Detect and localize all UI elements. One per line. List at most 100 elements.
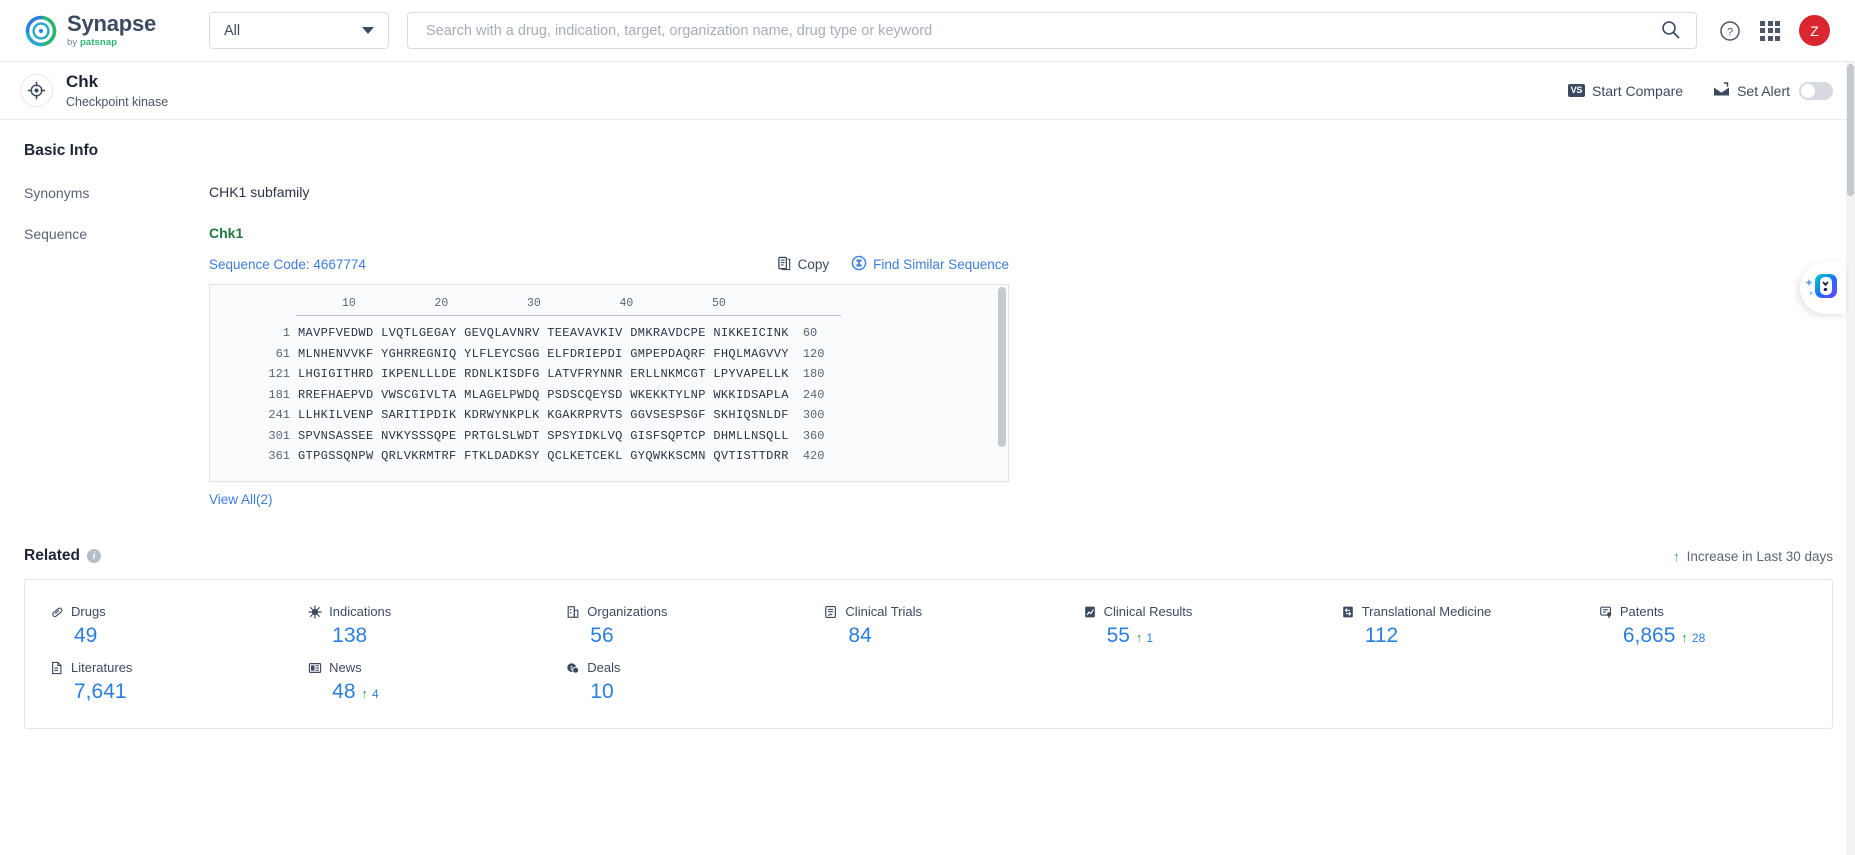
page-scrollbar[interactable] xyxy=(1846,62,1855,855)
logo-byline: by patsnap xyxy=(67,37,118,49)
related-metric-label: Indications xyxy=(329,604,392,619)
set-alert-control[interactable]: Set Alert xyxy=(1713,81,1833,100)
related-metric-organizations[interactable]: Organizations 56 xyxy=(541,596,799,652)
deals-icon: $ xyxy=(566,661,580,675)
synonyms-value: CHK1 subfamily xyxy=(209,184,310,200)
related-metric-value[interactable]: 55 xyxy=(1107,624,1130,648)
info-icon[interactable]: i xyxy=(87,549,101,563)
main-content: Basic Info Synonyms CHK1 subfamily Seque… xyxy=(0,142,1855,729)
global-search-box[interactable] xyxy=(407,12,1697,49)
related-metric-patents[interactable]: Patents 6,865 ↑ 28 xyxy=(1574,596,1832,652)
avatar[interactable]: Z xyxy=(1799,15,1830,46)
sequence-start-index: 361 xyxy=(268,449,290,464)
sequence-residues: RREFHAEPVD VWSCGIVLTA MLAGELPWDQ PSDSCQE… xyxy=(298,387,789,402)
sequence-end-index: 420 xyxy=(802,449,825,464)
top-header-bar: Synapse by patsnap All ? xyxy=(0,0,1855,62)
alert-envelope-icon xyxy=(1713,81,1730,100)
sequence-residues: LLHKILVENP SARITIPDIK KDRWYNKPLK KGAKRPR… xyxy=(298,408,789,423)
set-alert-toggle[interactable] xyxy=(1799,81,1833,100)
related-metric-value-row: 55 ↑ 1 xyxy=(1083,624,1316,648)
app-grid-icon[interactable] xyxy=(1760,20,1780,41)
related-metric-value[interactable]: 84 xyxy=(848,624,871,648)
related-metric-deals[interactable]: $ Deals 10 xyxy=(541,652,799,708)
sequence-residues: LHGIGITHRD IKPENLLLDE RDNLKISDFG LATVFRY… xyxy=(298,367,789,382)
find-similar-sequence-button[interactable]: Find Similar Sequence xyxy=(851,255,1009,274)
search-button[interactable] xyxy=(1659,20,1682,42)
sequence-start-index: 61 xyxy=(275,346,290,361)
sequence-line: 121 LHGIGITHRD IKPENLLLDE RDNLKISDFG LATV… xyxy=(210,364,1008,385)
related-metric-label-row: Organizations xyxy=(566,604,799,619)
ruler-tick: 50 xyxy=(712,297,726,310)
related-metric-clinical-trials[interactable]: Clinical Trials 84 xyxy=(799,596,1057,652)
related-metric-value[interactable]: 48 xyxy=(332,680,355,704)
start-compare-button[interactable]: VS Start Compare xyxy=(1567,83,1683,99)
copy-label: Copy xyxy=(797,257,830,272)
related-metric-label-row: Translational Medicine xyxy=(1341,604,1574,619)
related-metric-value-row: 7,641 xyxy=(50,680,283,704)
related-metric-value[interactable]: 138 xyxy=(332,624,367,648)
sequence-text: 10 20 30 40 50 1 MAVPFVEDWD LVQTLGEGAY GEVQLA… xyxy=(210,297,1008,467)
sequence-line: 61 MLNHENVVKF YGHRREGNIQ YLFLEYCSGG ELFDR… xyxy=(210,344,1008,365)
related-metric-translational-medicine[interactable]: Translational Medicine 112 xyxy=(1316,596,1574,652)
related-metric-clinical-results[interactable]: Clinical Results 55 ↑ 1 xyxy=(1058,596,1316,652)
related-metric-label: Clinical Trials xyxy=(845,604,922,619)
find-similar-label: Find Similar Sequence xyxy=(873,257,1009,272)
building-icon xyxy=(566,605,580,619)
related-metric-value-row: 48 ↑ 4 xyxy=(308,680,541,704)
sequence-label: Sequence xyxy=(24,226,88,242)
synonyms-label: Synonyms xyxy=(24,185,90,201)
related-metric-label-row: Patents xyxy=(1599,604,1832,619)
related-metric-value[interactable]: 56 xyxy=(590,624,613,648)
related-metric-value[interactable]: 6,865 xyxy=(1623,624,1676,648)
sequence-residues: MAVPFVEDWD LVQTLGEGAY GEVQLAVNRV TEEAVAV… xyxy=(298,326,789,341)
sequence-scrollbar[interactable] xyxy=(998,287,1006,479)
related-metric-label-row: Drugs xyxy=(50,604,283,619)
search-scope-select[interactable]: All xyxy=(209,12,389,49)
search-input[interactable] xyxy=(424,21,1659,40)
sequence-toolbar: Sequence Code: 4667774 Copy Find Similar… xyxy=(209,255,1009,274)
results-chart-icon xyxy=(1083,605,1097,619)
sequence-line: 181 RREFHAEPVD VWSCGIVLTA MLAGELPWDQ PSDS… xyxy=(210,385,1008,406)
sequence-lines: 1 MAVPFVEDWD LVQTLGEGAY GEVQLAVNRV TEEAVA… xyxy=(210,323,1008,467)
help-circle-icon[interactable]: ? xyxy=(1719,20,1741,42)
sequence-residues: MLNHENVVKF YGHRREGNIQ YLFLEYCSGG ELFDRIE… xyxy=(298,346,789,361)
related-legend-label: Increase in Last 30 days xyxy=(1686,548,1833,564)
sequence-line: 361 GTPGSSQNPW QRLVKRMTRF FTKLDADKSY QCLK… xyxy=(210,446,1008,467)
related-metrics-card: Drugs 49 Indications 138 Organizations 56 Clin… xyxy=(24,579,1833,729)
related-metric-indications[interactable]: Indications 138 xyxy=(283,596,541,652)
related-metric-delta-value: 1 xyxy=(1146,631,1154,645)
up-arrow-icon: ↑ xyxy=(1135,630,1143,645)
related-metric-value-row: 138 xyxy=(308,624,541,648)
sequence-viewer[interactable]: 10 20 30 40 50 1 MAVPFVEDWD LVQTLGEGAY GEVQLA… xyxy=(209,284,1009,482)
document-icon xyxy=(50,661,64,675)
view-all-sequences-link[interactable]: View All(2) xyxy=(209,492,273,507)
sequence-start-index: 121 xyxy=(268,367,290,382)
ai-assistant-button[interactable] xyxy=(1800,262,1846,314)
related-metric-label: Patents xyxy=(1619,604,1664,619)
ruler-tick: 20 xyxy=(434,297,449,310)
related-metric-value[interactable]: 112 xyxy=(1365,624,1398,648)
related-metric-label-row: $ Deals xyxy=(566,660,799,675)
copy-sequence-button[interactable]: Copy xyxy=(777,256,830,274)
related-metric-value[interactable]: 49 xyxy=(74,624,97,648)
app-logo[interactable]: Synapse by patsnap xyxy=(24,13,184,48)
synapse-logo-icon xyxy=(24,14,58,48)
find-similar-icon xyxy=(851,255,867,274)
related-metric-literatures[interactable]: Literatures 7,641 xyxy=(25,652,283,708)
related-metric-label: News xyxy=(329,660,362,675)
related-metric-drugs[interactable]: Drugs 49 xyxy=(25,596,283,652)
related-metric-value-row: 56 xyxy=(566,624,799,648)
related-metric-value[interactable]: 7,641 xyxy=(74,680,127,704)
copy-icon xyxy=(777,256,792,274)
related-metric-label: Deals xyxy=(587,660,621,675)
related-metric-value[interactable]: 10 xyxy=(590,680,613,704)
basic-info-heading: Basic Info xyxy=(24,142,99,159)
related-metric-label-row: Clinical Results xyxy=(1083,604,1316,619)
sequence-ruler: 10 20 30 40 50 xyxy=(210,297,1008,323)
sequence-end-index: 60 xyxy=(802,326,818,341)
sequence-row: Sequence Chk1 Sequence Code: 4667774 Cop… xyxy=(24,225,1833,509)
sequence-block: Chk1 Sequence Code: 4667774 Copy Find Si… xyxy=(209,225,1009,509)
entity-header: Chk Checkpoint kinase VS Start Compare S… xyxy=(0,62,1855,120)
related-metric-news[interactable]: News 48 ↑ 4 xyxy=(283,652,541,708)
sequence-code-link[interactable]: Sequence Code: 4667774 xyxy=(209,257,366,272)
